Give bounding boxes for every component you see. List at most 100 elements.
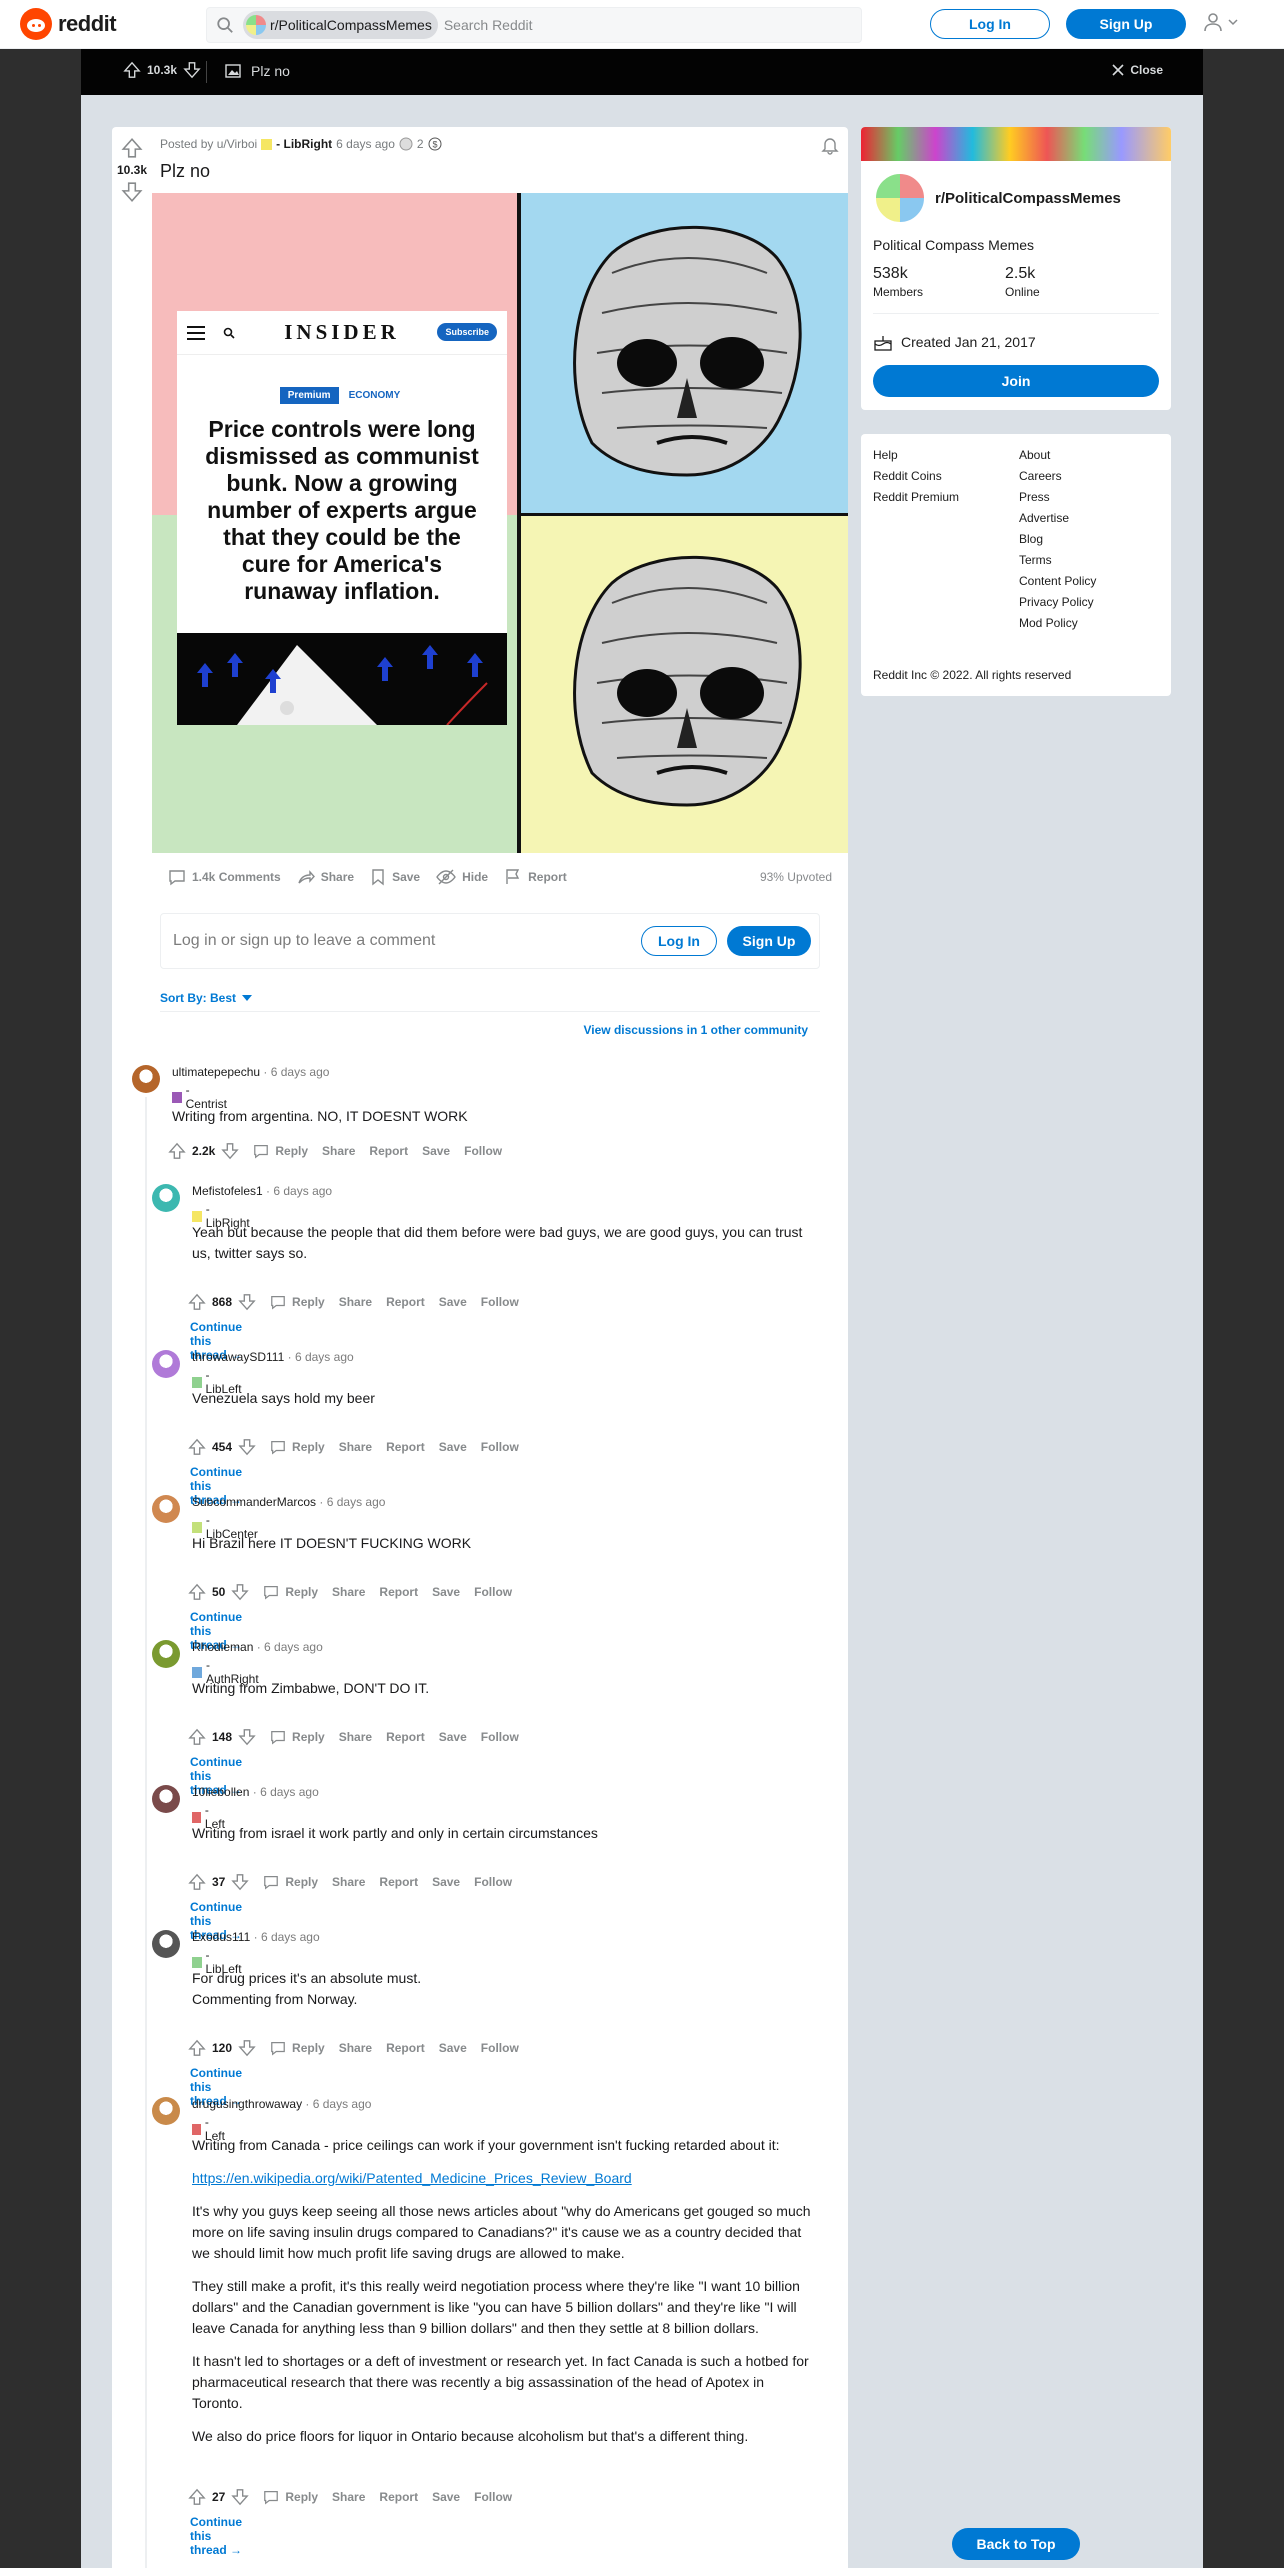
upvote-icon[interactable] [121, 137, 143, 159]
comment-time[interactable]: · 6 days ago [257, 1640, 323, 1654]
upvote-icon[interactable] [188, 1583, 206, 1601]
footer-link[interactable]: Terms [1019, 553, 1096, 567]
share-button[interactable]: Share [289, 861, 362, 893]
login-button[interactable]: Log In [930, 9, 1050, 39]
report-button[interactable]: Report [379, 1585, 418, 1599]
continue-thread-link[interactable]: Continue this thread → [190, 2515, 242, 2557]
footer-link[interactable]: Content Policy [1019, 574, 1096, 588]
reply-button[interactable]: Reply [270, 1439, 325, 1455]
comment-time[interactable]: · 6 days ago [288, 1350, 354, 1364]
comment-author[interactable]: drugusingthrowaway [192, 2097, 302, 2111]
comment-time[interactable]: · 6 days ago [319, 1495, 385, 1509]
comment-time[interactable]: · 6 days ago [263, 1065, 329, 1079]
avatar[interactable] [152, 1495, 180, 1523]
sort-dropdown[interactable]: Sort By: Best [160, 991, 253, 1005]
view-other-discussions-link[interactable]: View discussions in 1 other community [583, 1023, 808, 1037]
follow-button[interactable]: Follow [474, 1875, 512, 1889]
footer-link[interactable]: Careers [1019, 469, 1096, 483]
avatar[interactable] [152, 2097, 180, 2125]
downvote-icon[interactable] [121, 181, 143, 203]
follow-button[interactable]: Follow [464, 1144, 502, 1158]
notification-bell-icon[interactable] [820, 135, 840, 155]
comment-author[interactable]: SubcommanderMarcos [192, 1495, 316, 1509]
hide-button[interactable]: Hide [428, 861, 496, 893]
comment-author[interactable]: Rhodieman [192, 1640, 253, 1654]
comment-author[interactable]: ultimatepepechu [172, 1065, 260, 1079]
upvote-icon[interactable] [123, 61, 141, 79]
reply-button[interactable]: Reply [263, 1584, 318, 1600]
downvote-icon[interactable] [238, 1728, 256, 1746]
follow-button[interactable]: Follow [481, 1295, 519, 1309]
avatar[interactable] [152, 1350, 180, 1378]
comment-time[interactable]: · 6 days ago [305, 2097, 371, 2111]
posted-by[interactable]: Posted by u/Virboi [160, 137, 257, 151]
upvote-icon[interactable] [188, 1293, 206, 1311]
signup-button[interactable]: Sign Up [1066, 9, 1186, 39]
reply-button[interactable]: Reply [270, 1294, 325, 1310]
comment-author[interactable]: throwawaySD111 [192, 1350, 284, 1364]
user-menu-dropdown[interactable] [1202, 11, 1238, 33]
downvote-icon[interactable] [231, 1873, 250, 1891]
reply-button[interactable]: Reply [270, 1729, 325, 1745]
save-button[interactable]: Save [432, 1585, 460, 1599]
report-button[interactable]: Report [386, 1730, 425, 1744]
footer-link[interactable]: Reddit Premium [873, 490, 959, 504]
share-button[interactable]: Share [332, 2490, 365, 2504]
reply-button[interactable]: Reply [263, 1874, 318, 1890]
comment-login-button[interactable]: Log In [641, 926, 717, 956]
save-button[interactable]: Save [439, 1440, 467, 1454]
save-button[interactable]: Save [432, 1875, 460, 1889]
report-button[interactable]: Report [496, 861, 575, 893]
downvote-icon[interactable] [231, 1583, 250, 1601]
close-button[interactable]: Close [1112, 63, 1163, 77]
share-button[interactable]: Share [332, 1585, 365, 1599]
thread-line[interactable] [145, 1097, 147, 2568]
post-image[interactable]: INSIDER Subscribe Premium ECONOMY Price … [152, 193, 848, 853]
save-button[interactable]: Save [422, 1144, 450, 1158]
comment-author[interactable]: Mefistofeles1 [192, 1184, 263, 1198]
comment-time[interactable]: · 6 days ago [266, 1184, 332, 1198]
save-button[interactable]: Save [439, 1295, 467, 1309]
reply-button[interactable]: Reply [270, 2040, 325, 2056]
follow-button[interactable]: Follow [481, 1440, 519, 1454]
save-button[interactable]: Save [439, 2041, 467, 2055]
subreddit-name[interactable]: r/PoliticalCompassMemes [935, 190, 1121, 207]
comment-author[interactable]: 10liebollen [192, 1785, 249, 1799]
report-button[interactable]: Report [379, 2490, 418, 2504]
footer-link[interactable]: Advertise [1019, 511, 1096, 525]
downvote-icon[interactable] [183, 61, 201, 79]
share-button[interactable]: Share [339, 1440, 372, 1454]
avatar[interactable] [152, 1930, 180, 1958]
subreddit-filter-pill[interactable]: r/PoliticalCompassMemes [243, 11, 438, 39]
report-button[interactable]: Report [379, 1875, 418, 1889]
downvote-icon[interactable] [238, 2039, 256, 2057]
upvote-icon[interactable] [188, 1438, 206, 1456]
save-button[interactable]: Save [432, 2490, 460, 2504]
comment-signup-button[interactable]: Sign Up [727, 926, 811, 956]
follow-button[interactable]: Follow [481, 1730, 519, 1744]
upvote-icon[interactable] [188, 2039, 206, 2057]
share-button[interactable]: Share [339, 1730, 372, 1744]
join-button[interactable]: Join [873, 365, 1159, 397]
report-button[interactable]: Report [386, 1295, 425, 1309]
footer-link[interactable]: Press [1019, 490, 1096, 504]
follow-button[interactable]: Follow [474, 2490, 512, 2504]
upvote-icon[interactable] [188, 1728, 206, 1746]
share-button[interactable]: Share [322, 1144, 355, 1158]
comments-button[interactable]: 1.4k Comments [160, 861, 289, 893]
report-button[interactable]: Report [369, 1144, 408, 1158]
footer-link[interactable]: Mod Policy [1019, 616, 1096, 630]
reddit-logo[interactable]: reddit [20, 8, 117, 40]
footer-link[interactable]: Blog [1019, 532, 1096, 546]
reply-button[interactable]: Reply [253, 1143, 308, 1159]
avatar[interactable] [152, 1184, 180, 1212]
upvote-icon[interactable] [168, 1142, 186, 1160]
footer-link[interactable]: Privacy Policy [1019, 595, 1096, 609]
downvote-icon[interactable] [238, 1293, 256, 1311]
back-to-top-button[interactable]: Back to Top [952, 2528, 1080, 2560]
avatar[interactable] [132, 1065, 160, 1093]
share-button[interactable]: Share [339, 2041, 372, 2055]
footer-link[interactable]: Reddit Coins [873, 469, 959, 483]
follow-button[interactable]: Follow [481, 2041, 519, 2055]
upvote-icon[interactable] [188, 2488, 206, 2506]
